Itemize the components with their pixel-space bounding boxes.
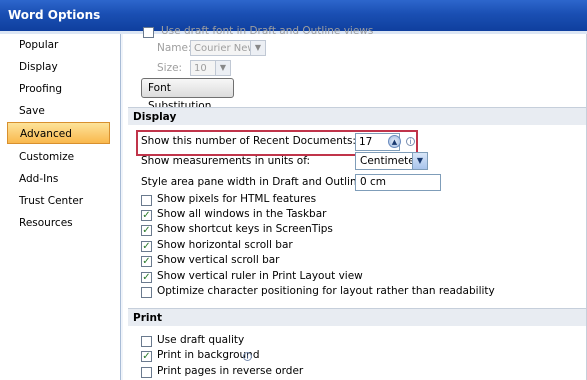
show-pixels-label: Show pixels for HTML features [157,193,317,205]
font-name-value: Courier New [194,43,256,54]
checkmark-icon: ✓ [142,351,151,362]
show-all-windows-checkbox[interactable]: ✓ [141,210,152,221]
info-icon: i [243,352,252,361]
sidebar-item-display[interactable]: Display [7,56,110,78]
draft-quality-label: Use draft quality [157,334,245,346]
draft-font-checkbox[interactable] [143,27,154,38]
reverse-order-checkbox[interactable] [141,367,152,378]
spin-up-down-icon[interactable]: ▲ [388,135,401,148]
draft-quality-checkbox[interactable] [141,336,152,347]
show-horizontal-scroll-label: Show horizontal scroll bar [157,239,293,251]
show-vertical-ruler-label: Show vertical ruler in Print Layout view [157,270,363,282]
sidebar-item-proofing[interactable]: Proofing [7,78,110,100]
chevron-down-icon: ▼ [250,41,265,55]
reverse-order-label: Print pages in reverse order [157,365,304,377]
show-horizontal-scroll-checkbox[interactable]: ✓ [141,241,152,252]
measurements-label: Show measurements in units of: [141,155,311,167]
show-pixels-checkbox[interactable] [141,195,152,206]
recent-docs-value: 17 [359,136,373,148]
sidebar-item-resources[interactable]: Resources [7,212,110,234]
print-background-checkbox[interactable]: ✓ [141,351,152,362]
window-title: Word Options [8,8,101,22]
print-section-header: Print [128,308,587,326]
checkmark-icon: ✓ [142,241,151,252]
optimize-positioning-checkbox[interactable] [141,287,152,298]
show-vertical-scroll-checkbox[interactable]: ✓ [141,256,152,267]
style-area-value: 0 cm [360,176,387,188]
options-content: Use draft font in Draft and Outline view… [123,25,587,380]
show-all-windows-label: Show all windows in the Taskbar [157,208,327,220]
style-area-input[interactable]: 0 cm [355,174,441,191]
optimize-positioning-label: Optimize character positioning for layou… [157,285,495,297]
sidebar-item-advanced[interactable]: Advanced [7,122,110,144]
show-shortcut-keys-checkbox[interactable]: ✓ [141,225,152,236]
sidebar-item-trust-center[interactable]: Trust Center [7,190,110,212]
sidebar-nav: Popular Display Proofing Save Advanced C… [0,34,121,380]
measurements-select[interactable]: Centimeters ▼ [355,152,428,170]
display-section-header: Display [128,107,587,125]
checkmark-icon: ✓ [142,272,151,283]
sidebar-item-add-ins[interactable]: Add-Ins [7,168,110,190]
show-vertical-scroll-label: Show vertical scroll bar [157,254,280,266]
show-shortcut-keys-label: Show shortcut keys in ScreenTips [157,223,333,235]
sidebar-item-popular[interactable]: Popular [7,34,110,56]
font-size-value: 10 [194,63,207,74]
info-icon: i [406,137,415,146]
font-size-label: Size: [157,62,183,74]
draft-font-label: Use draft font in Draft and Outline view… [161,25,374,37]
font-size-combo[interactable]: 10 ▼ [190,60,231,76]
chevron-down-icon: ▼ [412,153,427,169]
checkmark-icon: ✓ [142,225,151,236]
font-name-combo[interactable]: Courier New ▼ [190,40,266,56]
checkmark-icon: ✓ [142,256,151,267]
recent-docs-label: Show this number of Recent Documents: [141,135,356,147]
font-substitution-button[interactable]: Font Substitution... [141,78,234,112]
sidebar-item-save[interactable]: Save [7,100,110,122]
checkmark-icon: ✓ [142,210,151,221]
show-vertical-ruler-checkbox[interactable]: ✓ [141,272,152,283]
chevron-down-icon: ▼ [215,61,230,75]
font-name-label: Name: [157,42,192,54]
sidebar-item-customize[interactable]: Customize [7,146,110,168]
